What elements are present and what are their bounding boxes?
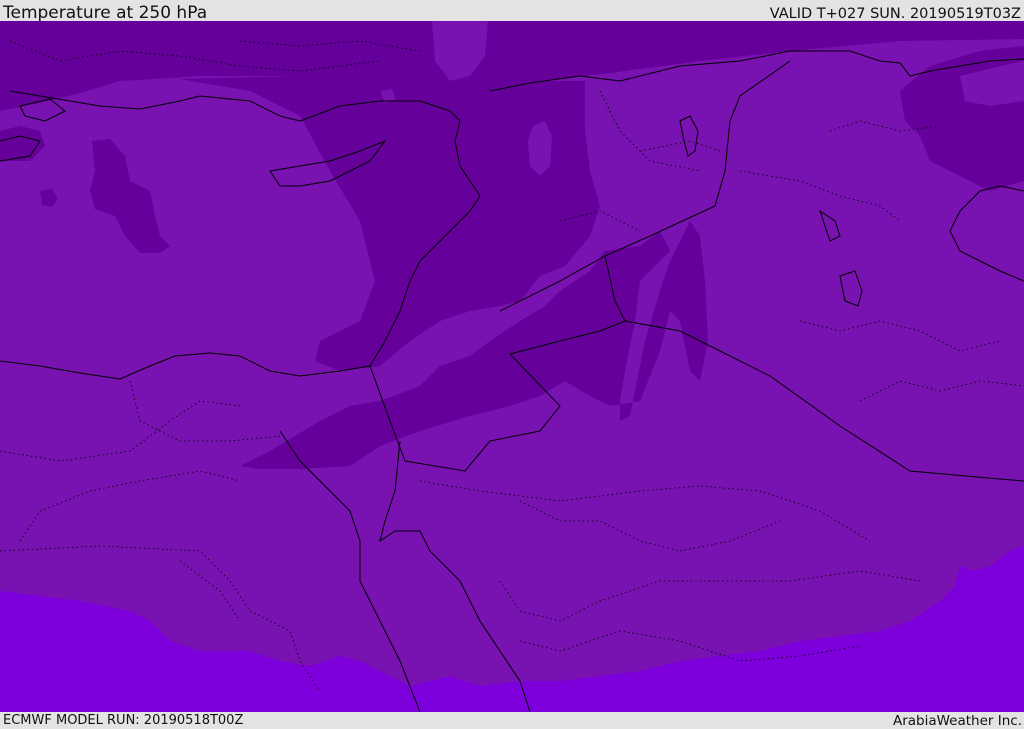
footer-bar: ECMWF MODEL RUN: 20190518T00Z ArabiaWeat…	[0, 712, 1024, 729]
map-product-frame: Temperature at 250 hPa VALID T+027 SUN. …	[0, 0, 1024, 729]
header-bar: Temperature at 250 hPa VALID T+027 SUN. …	[0, 0, 1024, 23]
weather-map	[0, 21, 1024, 712]
map-title: Temperature at 250 hPa	[3, 3, 208, 23]
credit-label: ArabiaWeather Inc.	[892, 713, 1022, 729]
model-run-label: ECMWF MODEL RUN: 20190518T00Z	[3, 713, 244, 728]
temperature-field-svg	[0, 21, 1024, 712]
